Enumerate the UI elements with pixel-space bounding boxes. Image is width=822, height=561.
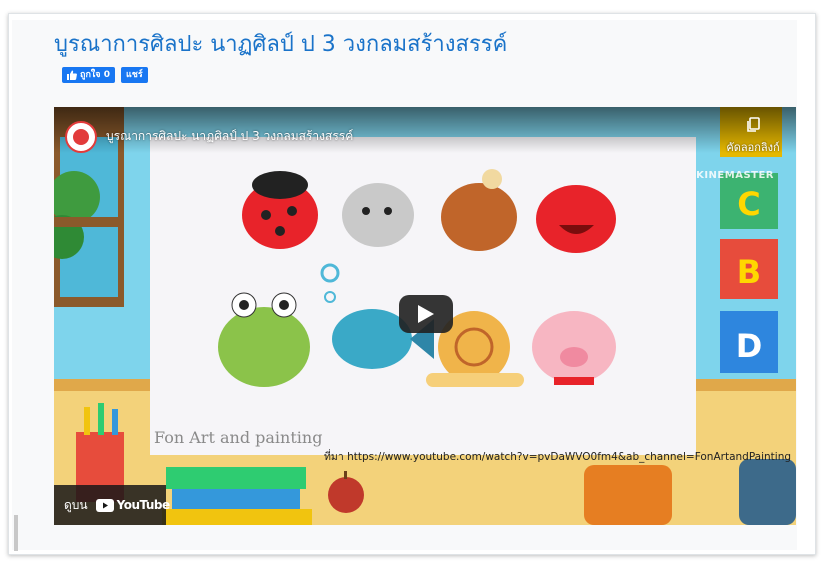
like-label: ถูกใจ 0 (80, 70, 110, 80)
youtube-embed[interactable]: C B D Fon Art and painting บูรณาการศิลปะ… (54, 107, 796, 525)
video-title[interactable]: บูรณาการศิลปะ นาฏศิลป์ ป 3 วงกลมสร้างสรร… (106, 127, 353, 146)
video-credit: Fon Art and painting (154, 428, 322, 447)
source-url: ที่มา https://www.youtube.com/watch?v=pv… (324, 451, 792, 463)
avatar-logo-icon (73, 129, 89, 145)
like-button[interactable]: ถูกใจ 0 (62, 67, 115, 83)
thumbs-up-icon (67, 70, 77, 80)
block-d: D (736, 327, 763, 365)
post-title[interactable]: บูรณาการศิลปะ นาฏศิลป์ ป 3 วงกลมสร้างสรร… (54, 26, 507, 61)
post-card: บูรณาการศิลปะ นาฏศิลป์ ป 3 วงกลมสร้างสรร… (12, 20, 797, 550)
copy-link-button[interactable]: คัดลอกลิงก์ (722, 117, 784, 156)
block-c: C (737, 185, 760, 223)
channel-avatar[interactable] (65, 121, 97, 153)
watch-on-youtube-button[interactable]: ดูบน YouTube (54, 485, 170, 525)
youtube-label: YouTube (116, 498, 171, 512)
copy-link-label: คัดลอกลิงก์ (726, 141, 780, 154)
social-buttons: ถูกใจ 0 แชร์ (62, 67, 148, 83)
watch-on-label: ดูบน (64, 497, 88, 512)
share-button[interactable]: แชร์ (120, 67, 148, 83)
kinemaster-watermark: KINEMASTER (696, 170, 774, 181)
copy-icon (747, 117, 760, 132)
share-label: แชร์ (125, 70, 143, 80)
play-button[interactable] (399, 295, 453, 333)
scroll-edge (14, 515, 18, 551)
play-icon (418, 305, 434, 323)
block-b: B (737, 253, 761, 291)
youtube-play-icon (95, 498, 114, 512)
youtube-logo: YouTube (95, 498, 171, 512)
